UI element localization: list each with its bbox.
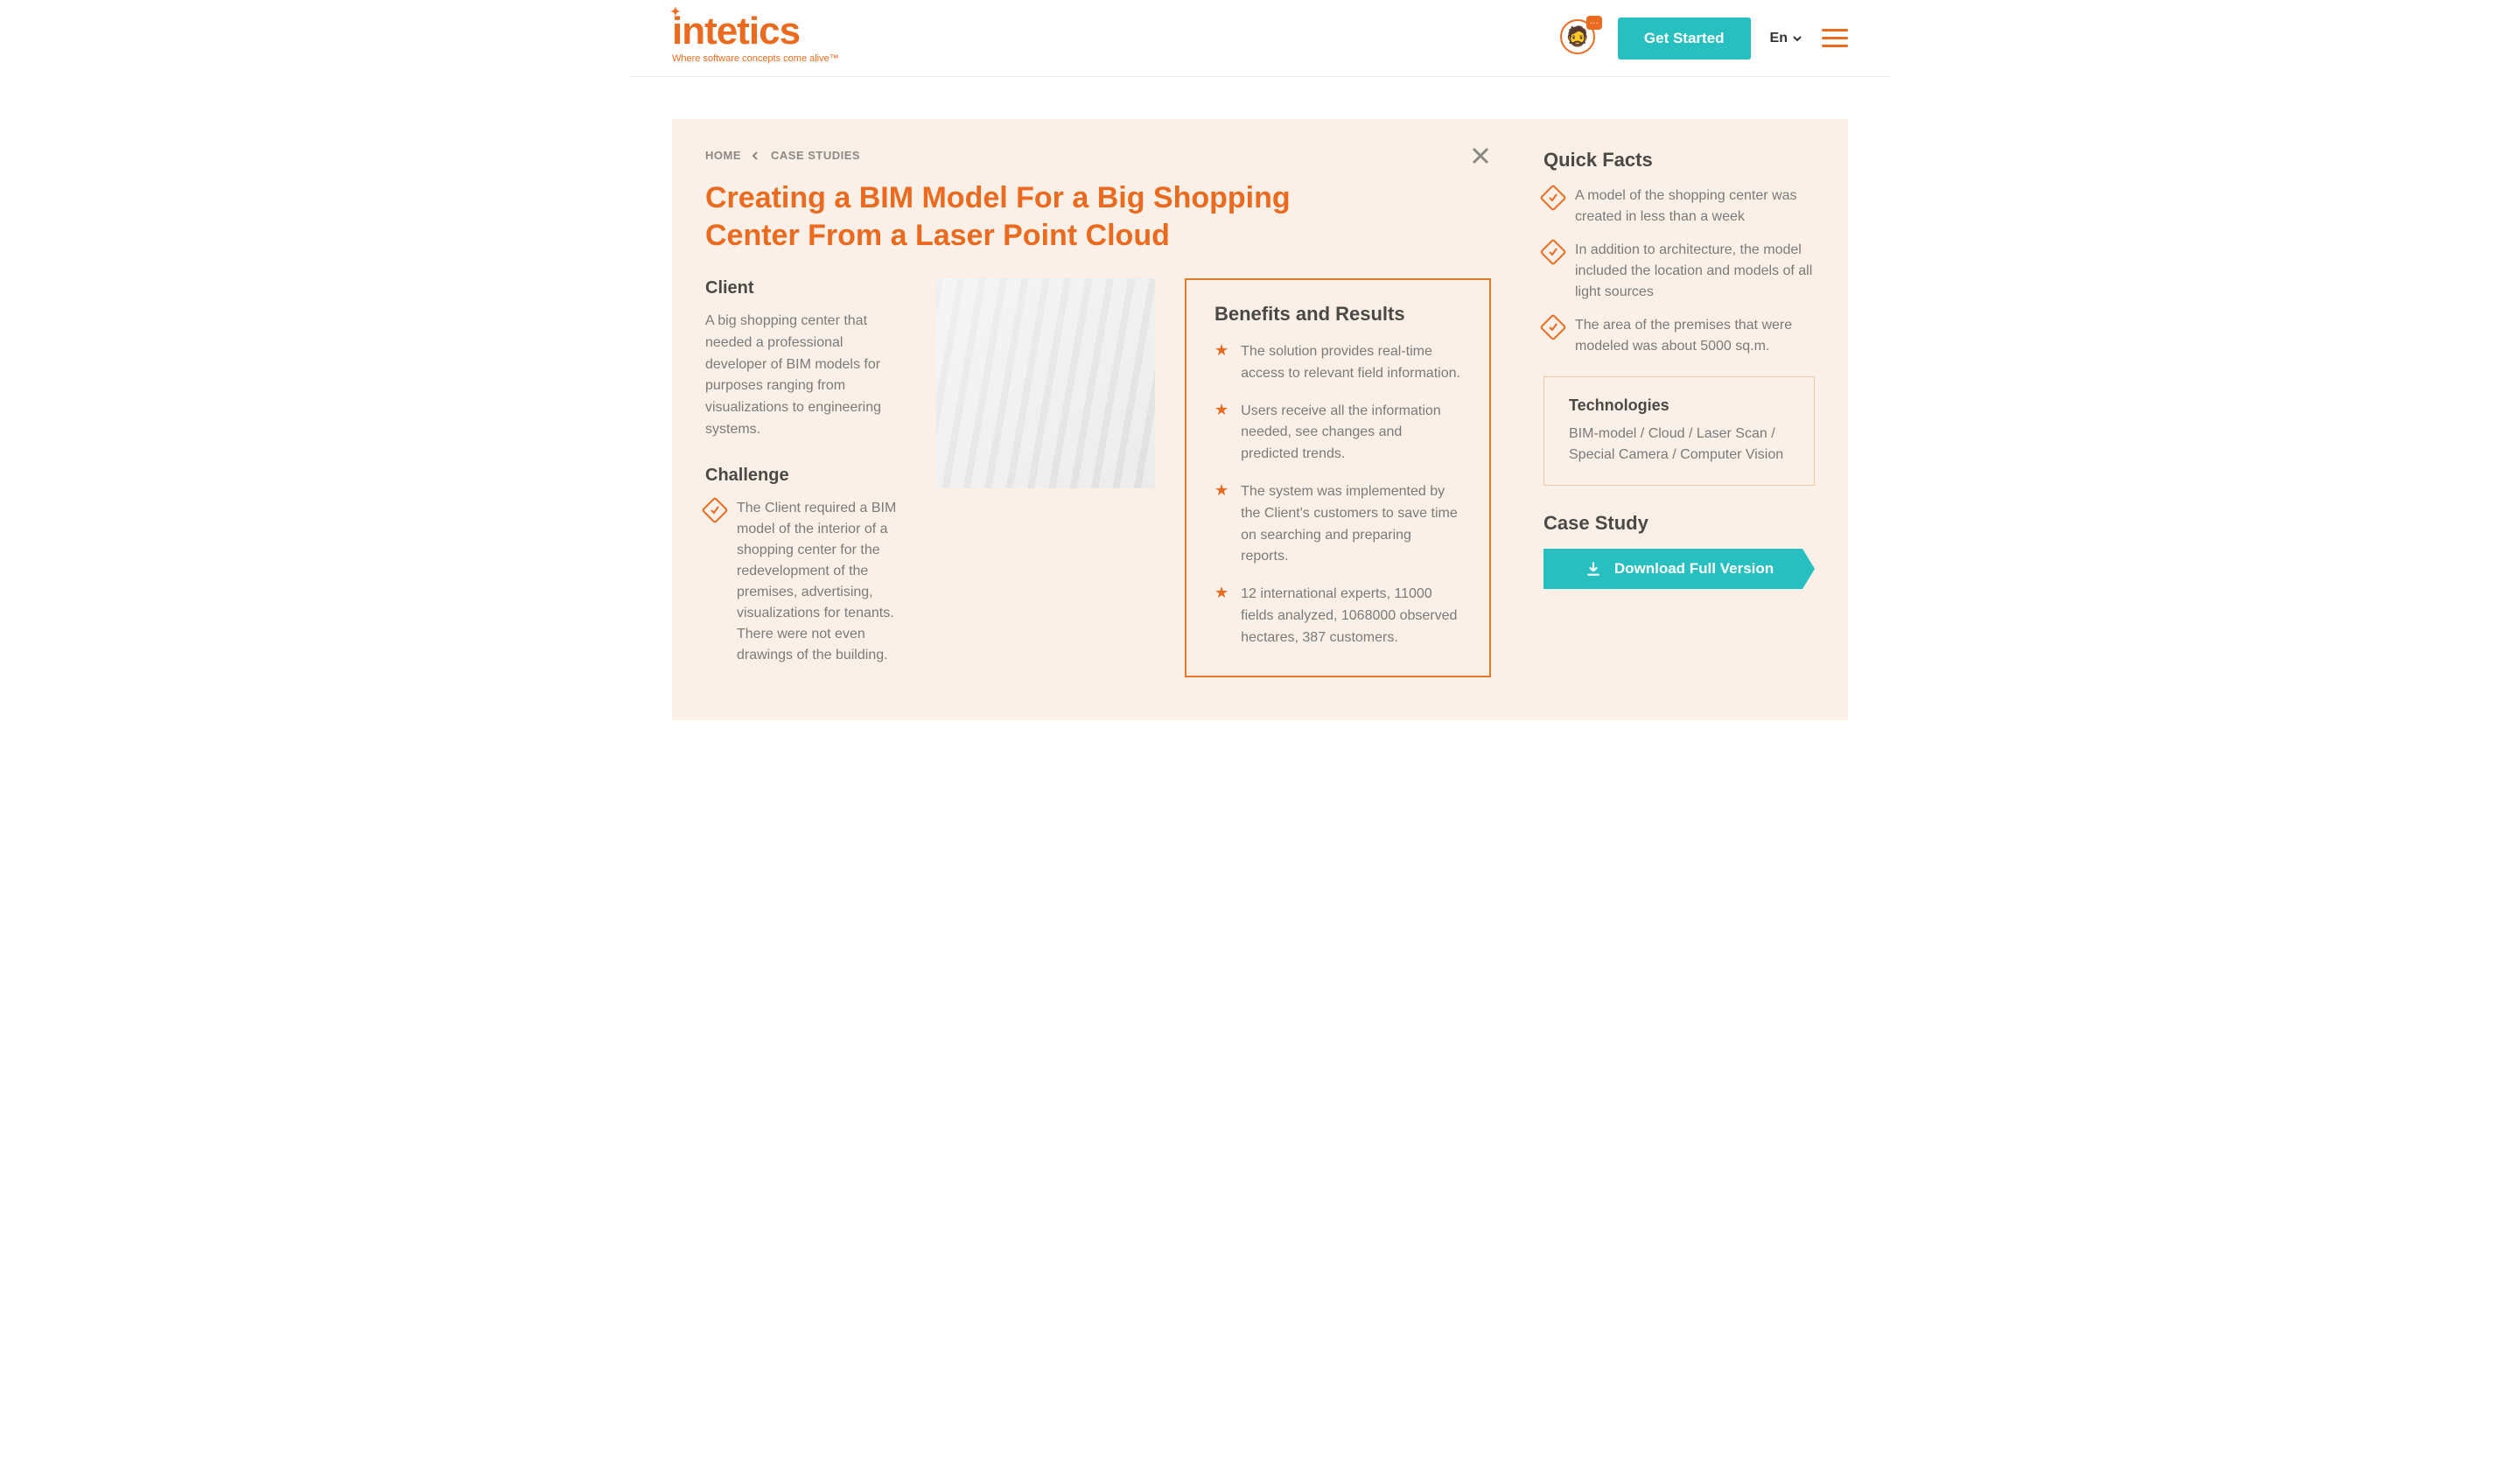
download-label: Download Full Version (1614, 560, 1774, 578)
challenge-item: The Client required a BIM model of the i… (705, 498, 906, 666)
quick-facts-heading: Quick Facts (1544, 149, 1815, 172)
breadcrumb: HOME CASE STUDIES (705, 149, 1491, 162)
benefits-box: Benefits and Results ★ The solution prov… (1185, 278, 1491, 677)
quick-fact-text: In addition to architecture, the model i… (1575, 240, 1815, 303)
sidebar: Quick Facts A model of the shopping cent… (1524, 119, 1848, 720)
logo-star-icon: ✦ (670, 5, 680, 18)
client-text: A big shopping center that needed a prof… (705, 311, 906, 441)
benefit-item: ★ 12 international experts, 11000 fields… (1214, 584, 1461, 648)
diamond-check-icon (1539, 313, 1566, 340)
benefit-item: ★ The system was implemented by the Clie… (1214, 481, 1461, 568)
site-header: ✦ intetics Where software concepts come … (630, 0, 1890, 77)
page-title: Creating a BIM Model For a Big Shopping … (705, 179, 1370, 254)
download-button[interactable]: Download Full Version (1544, 549, 1815, 589)
benefit-item: ★ Users receive all the information need… (1214, 401, 1461, 466)
close-button[interactable] (1470, 145, 1491, 170)
benefit-text: 12 international experts, 11000 fields a… (1241, 584, 1461, 648)
quick-fact-text: The area of the premises that were model… (1575, 315, 1815, 357)
star-icon: ★ (1214, 584, 1228, 603)
benefits-heading: Benefits and Results (1214, 303, 1461, 326)
challenge-text: The Client required a BIM model of the i… (737, 498, 906, 666)
benefit-text: Users receive all the information needed… (1241, 401, 1461, 466)
breadcrumb-home[interactable]: HOME (705, 149, 741, 162)
benefit-item: ★ The solution provides real-time access… (1214, 341, 1461, 385)
chat-bubble-icon (1586, 16, 1602, 30)
benefit-text: The system was implemented by the Client… (1241, 481, 1461, 568)
diamond-check-icon (1539, 238, 1566, 265)
logo[interactable]: ✦ intetics Where software concepts come … (672, 12, 839, 64)
quick-fact-item: In addition to architecture, the model i… (1544, 240, 1815, 303)
close-icon (1470, 145, 1491, 166)
page-body: HOME CASE STUDIES Creating a BIM Model F… (672, 119, 1848, 720)
benefit-text: The solution provides real-time access t… (1241, 341, 1461, 385)
quick-fact-item: A model of the shopping center was creat… (1544, 186, 1815, 228)
technologies-text: BIM-model / Cloud / Laser Scan / Special… (1569, 424, 1789, 466)
technologies-box: Technologies BIM-model / Cloud / Laser S… (1544, 376, 1815, 486)
challenge-heading: Challenge (705, 466, 906, 486)
language-label: En (1770, 31, 1788, 46)
download-icon (1585, 560, 1602, 578)
technologies-heading: Technologies (1569, 396, 1789, 415)
chevron-left-icon (752, 151, 760, 160)
case-study-heading: Case Study (1544, 512, 1815, 535)
language-selector[interactable]: En (1770, 31, 1802, 46)
logo-text: intetics (672, 10, 800, 53)
diamond-check-icon (1539, 184, 1566, 211)
star-icon: ★ (1214, 481, 1228, 501)
client-heading: Client (705, 278, 906, 298)
case-study-image (936, 278, 1155, 488)
logo-tagline: Where software concepts come alive™ (672, 54, 839, 64)
menu-button[interactable] (1822, 29, 1848, 47)
star-icon: ★ (1214, 401, 1228, 420)
chevron-down-icon (1792, 33, 1802, 44)
chat-avatar[interactable]: 🧔 (1560, 19, 1599, 58)
get-started-button[interactable]: Get Started (1618, 18, 1751, 60)
breadcrumb-section[interactable]: CASE STUDIES (771, 149, 860, 162)
quick-fact-item: The area of the premises that were model… (1544, 315, 1815, 357)
star-icon: ★ (1214, 341, 1228, 361)
quick-fact-text: A model of the shopping center was creat… (1575, 186, 1815, 228)
diamond-check-icon (701, 496, 728, 523)
